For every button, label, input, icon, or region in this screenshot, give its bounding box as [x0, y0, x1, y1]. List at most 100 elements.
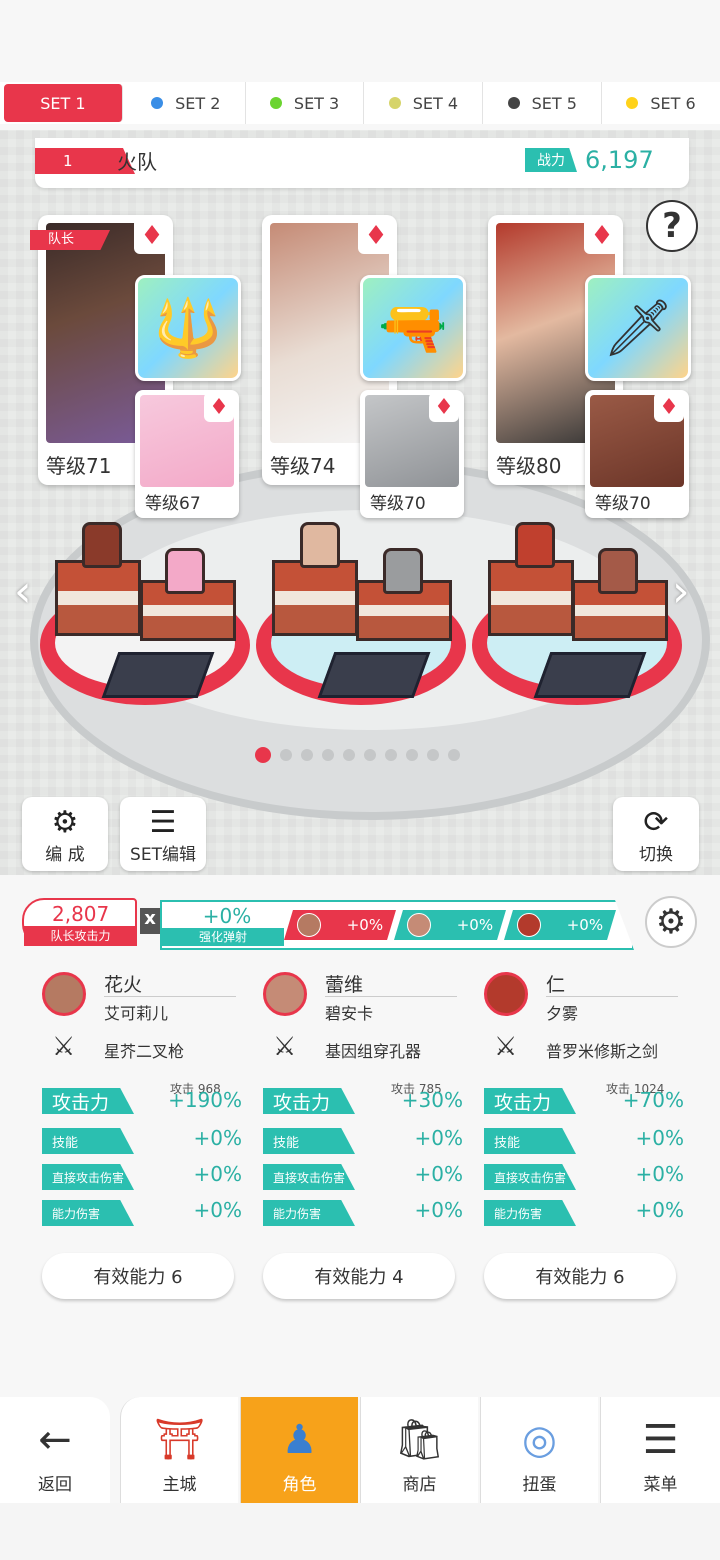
multiply-sign: x: [140, 908, 160, 934]
tab-label: SET 1: [40, 93, 86, 113]
page-dot[interactable]: [255, 747, 271, 763]
weapon-spear-icon[interactable]: 🔱: [135, 275, 241, 381]
tab-set-5[interactable]: SET 5: [483, 82, 603, 124]
tab-set-1[interactable]: SET 1: [4, 84, 123, 122]
effective-ability-button-3[interactable]: 有效能力 6: [484, 1253, 676, 1299]
page-dot[interactable]: [385, 749, 397, 761]
ability-damage-value: +0%: [193, 1198, 243, 1222]
nav-gacha[interactable]: ◎ 扭蛋: [480, 1397, 598, 1503]
member-avatar-icon: [296, 913, 321, 937]
partner-level: 等级67: [145, 494, 201, 514]
divider: [104, 996, 236, 997]
tab-label: SET 3: [293, 93, 340, 113]
weapon-gun-icon[interactable]: 🔫: [360, 275, 466, 381]
direct-damage-label: 直接攻击伤害: [484, 1164, 576, 1190]
member-avatar-icon: [406, 913, 431, 937]
switch-button[interactable]: ⟳ 切换: [613, 797, 699, 871]
page-dot[interactable]: [322, 749, 334, 761]
diamond-suit-icon: ♦: [358, 218, 394, 254]
nav-label: 扭蛋: [522, 1475, 557, 1495]
nav-label: 角色: [282, 1475, 317, 1495]
team-name[interactable]: 火队: [117, 146, 157, 175]
member-avatar: [484, 972, 528, 1016]
nav-main-city[interactable]: ⛩ 主城: [120, 1397, 238, 1503]
weapon-name: 普罗米修斯之剑: [546, 1042, 659, 1061]
tab-label: SET 2: [175, 93, 221, 113]
effective-ability-button-2[interactable]: 有效能力 4: [263, 1253, 455, 1299]
weapon-icon: ⚔: [494, 1032, 518, 1062]
direct-damage-label: 直接攻击伤害: [42, 1164, 134, 1190]
formation-label: 编 成: [45, 845, 85, 865]
nav-label: 菜单: [643, 1475, 678, 1495]
member-avatar: [42, 972, 86, 1016]
member-boost-value: +0%: [346, 916, 384, 934]
partner-name: 碧安卡: [325, 1004, 374, 1023]
tab-set-6[interactable]: SET 6: [602, 82, 720, 124]
member-boost-value: +0%: [456, 916, 494, 934]
character-sprite[interactable]: [515, 522, 555, 568]
page-dot[interactable]: [427, 749, 439, 761]
character-sprite[interactable]: [82, 522, 122, 568]
page-dot[interactable]: [301, 749, 313, 761]
ability-damage-label: 能力伤害: [42, 1200, 134, 1226]
tab-set-2[interactable]: SET 2: [127, 82, 246, 124]
nav-label: 返回: [38, 1475, 72, 1495]
set-color-dot: [626, 97, 639, 109]
ability-damage-value: +0%: [635, 1198, 685, 1222]
diamond-suit-icon: ♦: [654, 392, 684, 422]
formation-button[interactable]: ⚙ 编 成: [22, 797, 108, 871]
diamond-suit-icon: ♦: [429, 392, 459, 422]
diamond-suit-icon: ♦: [134, 218, 170, 254]
attack-value: +190%: [168, 1088, 242, 1112]
direct-damage-value: +0%: [414, 1162, 464, 1186]
nav-character[interactable]: ♟ 角色: [240, 1397, 358, 1503]
team-bar: 1 火队 战力 6,197: [35, 138, 689, 188]
character-level: 等级74: [270, 454, 336, 478]
weapon-icon: ⚔: [52, 1032, 76, 1062]
partner-sprite[interactable]: [165, 548, 205, 594]
ability-damage-label: 能力伤害: [484, 1200, 576, 1226]
nav-shop[interactable]: 🛍 商店: [360, 1397, 478, 1503]
character-sprite[interactable]: [300, 522, 340, 568]
character-level: 等级71: [46, 454, 112, 478]
help-button[interactable]: ?: [646, 200, 698, 252]
member-boost-value: +0%: [566, 916, 604, 934]
partner-level: 等级70: [370, 494, 426, 514]
tab-set-4[interactable]: SET 4: [364, 82, 484, 124]
page-dot[interactable]: [406, 749, 418, 761]
page-dot[interactable]: [364, 749, 376, 761]
boost-label: 强化弹射: [162, 928, 284, 946]
member-name: 蕾维: [325, 974, 364, 996]
member-name: 仁: [546, 974, 566, 996]
switch-label: 切换: [639, 845, 673, 865]
weapon-sword-icon[interactable]: 🗡: [585, 275, 691, 381]
set-edit-button[interactable]: ☰ SET编辑: [120, 797, 206, 871]
page-dot[interactable]: [448, 749, 460, 761]
slot-tile: [101, 652, 215, 698]
nav-menu[interactable]: ☰ 菜单: [600, 1397, 720, 1503]
partner-sprite[interactable]: [598, 548, 638, 594]
page-dot[interactable]: [280, 749, 292, 761]
skill-value: +0%: [635, 1126, 685, 1150]
page-dot[interactable]: [343, 749, 355, 761]
block-1a: [55, 560, 141, 636]
captain-badge: 队长: [30, 230, 110, 250]
skill-value: +0%: [414, 1126, 464, 1150]
member-boost-1: +0%: [284, 910, 396, 940]
nav-back[interactable]: ← 返回: [0, 1397, 110, 1503]
partner-sprite[interactable]: [383, 548, 423, 594]
attack-label: 攻击力: [263, 1088, 355, 1114]
skill-label: 技能: [42, 1128, 134, 1154]
settings-gear-icon[interactable]: ⚙: [645, 896, 697, 948]
partner-level: 等级70: [595, 494, 651, 514]
attack-label: 攻击力: [42, 1088, 134, 1114]
diamond-suit-icon: ♦: [204, 392, 234, 422]
slot-tile: [533, 652, 647, 698]
prev-arrow-icon[interactable]: ‹: [14, 566, 32, 617]
skill-label: 技能: [484, 1128, 576, 1154]
tab-set-3[interactable]: SET 3: [246, 82, 365, 124]
weapon-icon: ⚔: [273, 1032, 297, 1062]
member-boost-2: +0%: [394, 910, 506, 940]
next-arrow-icon[interactable]: ›: [672, 566, 690, 617]
effective-ability-button-1[interactable]: 有效能力 6: [42, 1253, 234, 1299]
